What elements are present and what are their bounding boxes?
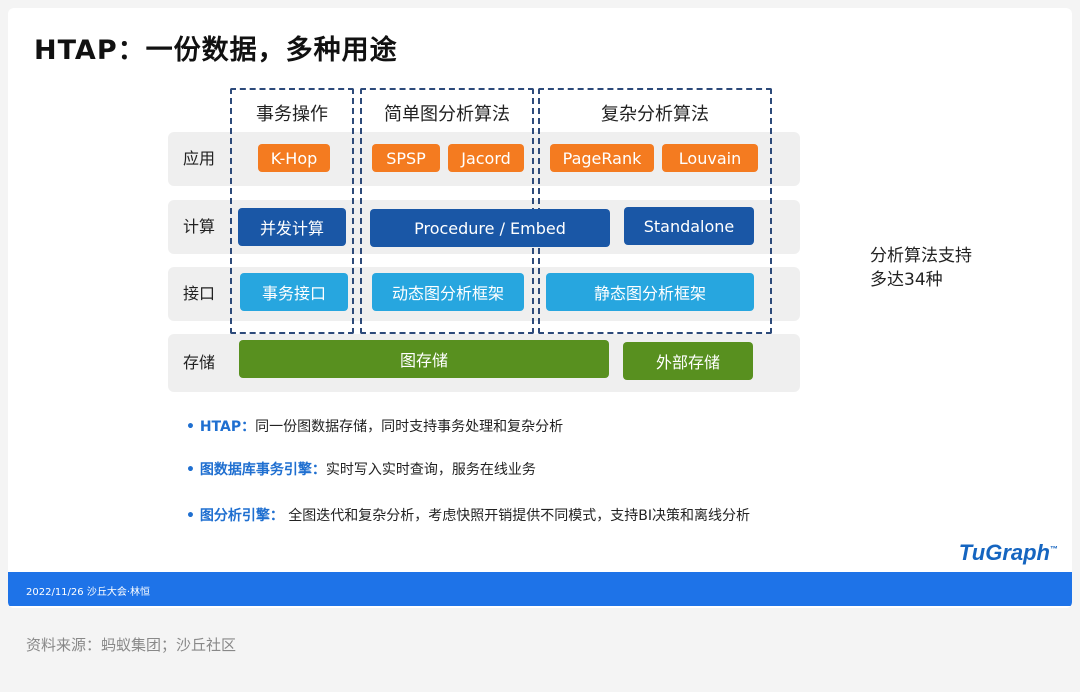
source-caption: 资料来源：蚂蚁集团；沙丘社区	[26, 636, 237, 654]
box-transaction-interface: 事务接口	[240, 273, 348, 311]
tugraph-logo: TuGraph™	[959, 540, 1058, 566]
bullet-analytics-engine: • 图分析引擎： 全图迭代和复杂分析，考虑快照开销提供不同模式，支持BI决策和离…	[186, 505, 750, 525]
row-label-storage: 存储	[183, 353, 216, 372]
column-header-simple-analytics: 简单图分析算法	[384, 104, 510, 125]
tugraph-logo-text: TuGraph	[958, 540, 1050, 565]
box-dynamic-analytics-framework: 动态图分析框架	[372, 273, 524, 311]
bullet-transaction-engine-text: 实时写入实时查询，服务在线业务	[325, 462, 536, 478]
row-label-app: 应用	[183, 149, 216, 168]
bullet-htap: • HTAP：同一份图数据存储，同时支持事务处理和复杂分析	[186, 416, 563, 436]
column-header-complex-analytics: 复杂分析算法	[601, 104, 709, 125]
bullet-analytics-engine-text: 全图迭代和复杂分析，考虑快照开销提供不同模式，支持BI决策和离线分析	[283, 508, 751, 524]
tugraph-logo-tm: ™	[1050, 544, 1058, 554]
box-louvain: Louvain	[662, 144, 758, 172]
bullet-htap-key: • HTAP：	[186, 419, 256, 435]
box-external-storage: 外部存储	[623, 342, 753, 380]
bullet-analytics-engine-key: • 图分析引擎：	[186, 508, 284, 524]
row-label-compute: 计算	[183, 217, 216, 236]
box-standalone: Standalone	[624, 207, 754, 245]
bullet-transaction-engine: • 图数据库事务引擎：实时写入实时查询，服务在线业务	[186, 459, 536, 479]
box-jacord: Jacord	[448, 144, 524, 172]
row-label-interface: 接口	[183, 284, 216, 303]
box-procedure-embed: Procedure / Embed	[370, 209, 610, 247]
footer-text: 2022/11/26 沙丘大会·林恒	[26, 587, 150, 598]
footer-bar: 2022/11/26 沙丘大会·林恒	[8, 572, 1072, 606]
bullet-htap-text: 同一份图数据存储，同时支持事务处理和复杂分析	[255, 419, 564, 435]
box-khop: K-Hop	[258, 144, 330, 172]
box-static-analytics-framework: 静态图分析框架	[546, 273, 754, 311]
bullet-transaction-engine-key: • 图数据库事务引擎：	[186, 462, 326, 478]
box-graph-storage: 图存储	[239, 340, 609, 378]
slide: HTAP：一份数据，多种用途 应用 计算 接口 存储 事务操作 简单图分析算法 …	[8, 8, 1072, 608]
box-spsp: SPSP	[372, 144, 440, 172]
side-note-line-1: 分析算法支持	[870, 246, 972, 266]
page-title: HTAP：一份数据，多种用途	[34, 35, 398, 66]
box-pagerank: PageRank	[550, 144, 654, 172]
box-concurrent-compute: 并发计算	[238, 208, 346, 246]
side-note-line-2: 多达34种	[870, 270, 943, 290]
column-header-transaction: 事务操作	[256, 104, 328, 125]
side-note: 分析算法支持 多达34种	[870, 244, 1010, 292]
